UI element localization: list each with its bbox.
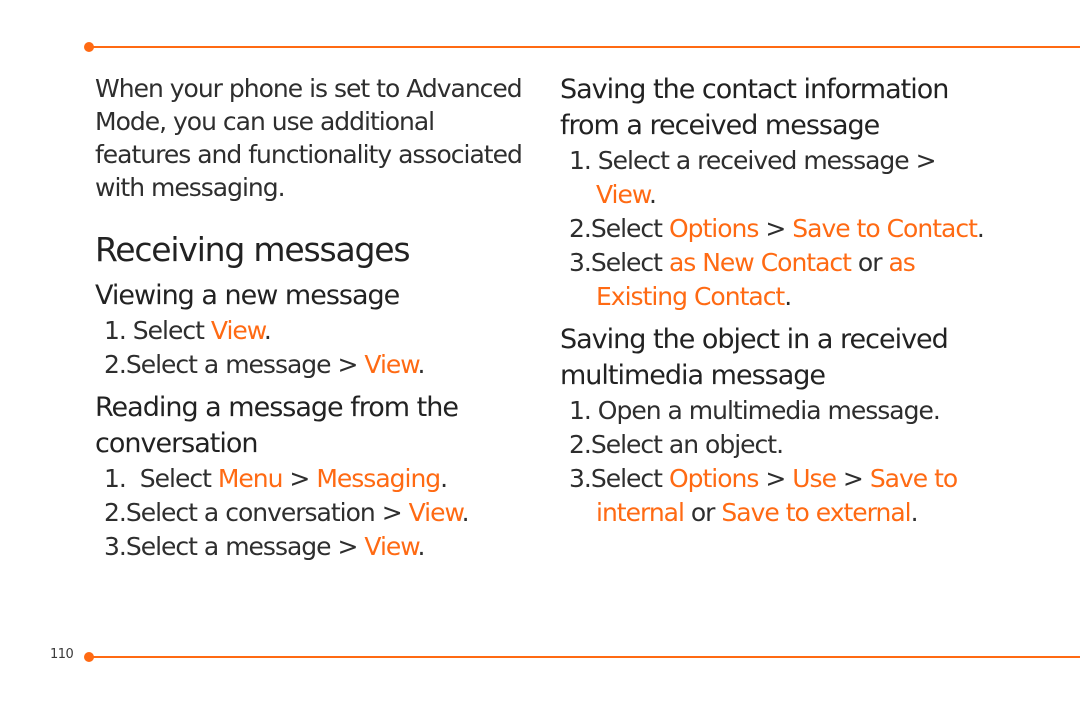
menu-option-label: View [408, 498, 463, 527]
menu-option-label: Menu [217, 464, 284, 493]
step-text: . [263, 316, 272, 345]
menu-option-label: View [364, 532, 418, 561]
step-item: 1. Select View. [95, 314, 525, 348]
section: Saving the object in a received multimed… [560, 322, 1000, 530]
step-text: Select a received message > [590, 146, 943, 175]
step-item: 1. Select a received message > View. [560, 144, 1000, 212]
step-list: 1. Open a multimedia message. 2.Select an… [560, 394, 1000, 530]
step-number: 1. [104, 464, 127, 493]
step-text: Select [125, 464, 218, 493]
step-number: 2. [569, 430, 592, 459]
section: Viewing a new message 1. Select View. 2.Se… [95, 278, 525, 382]
menu-option-label: as New Contact [668, 248, 852, 277]
step-number: 3. [569, 248, 592, 277]
left-sections: Viewing a new message 1. Select View. 2.Se… [95, 278, 525, 564]
step-text: . [976, 214, 985, 243]
section: Reading a message from the conversation 1… [95, 390, 525, 564]
intro-paragraph: When your phone is set to Advanced Mode,… [95, 74, 523, 202]
step-text: Open a multimedia message. [590, 396, 941, 425]
section-heading: Viewing a new message [95, 280, 400, 311]
step-text: > [282, 464, 317, 493]
step-text: . [910, 498, 919, 527]
menu-option-label: Options [668, 464, 759, 493]
step-item: 1. Select Menu > Messaging. [95, 462, 525, 496]
step-item: 1. Open a multimedia message. [560, 394, 1000, 428]
menu-option-label: Options [668, 214, 759, 243]
step-text: . [649, 180, 657, 209]
step-text: Select [125, 316, 211, 345]
step-text: . [440, 464, 448, 493]
step-text: Select [590, 464, 669, 493]
bottom-divider [90, 656, 1080, 658]
step-number: 2. [104, 498, 127, 527]
step-number: 1. [104, 316, 127, 345]
section-heading: Saving the contact information from a re… [560, 74, 949, 141]
step-text: . [461, 498, 470, 527]
menu-option-label: View [210, 316, 265, 345]
step-number: 2. [569, 214, 592, 243]
step-item: 2.Select Options > Save to Contact. [560, 212, 1000, 246]
step-item: 3.Select as New Contact or as Existing C… [560, 246, 1000, 314]
menu-option-label: View [596, 180, 650, 209]
step-text: > [758, 214, 793, 243]
menu-option-label: Use [792, 464, 837, 493]
step-number: 1. [569, 396, 592, 425]
step-text: Select a message > [125, 350, 365, 379]
menu-option-label: Messaging [316, 464, 441, 493]
step-item: 2.Select a conversation > View. [95, 496, 525, 530]
page-title: Receiving messages [95, 230, 411, 269]
step-text: . [784, 282, 792, 311]
step-list: 1. Select a received message > View. 2.Se… [560, 144, 1000, 314]
top-divider [90, 46, 1080, 48]
section-heading: Reading a message from the conversation [95, 392, 459, 459]
step-item: 3.Select a message > View. [95, 530, 525, 564]
step-number: 1. [569, 146, 592, 175]
step-text: > [835, 464, 870, 493]
step-text: or [683, 498, 722, 527]
page-number: 110 [50, 647, 74, 662]
step-text: Select [590, 248, 669, 277]
right-column: Saving the contact information from a re… [560, 72, 1000, 530]
step-text: Select a conversation > [125, 498, 409, 527]
menu-option-label: Save to Contact [792, 214, 978, 243]
step-text: . [417, 532, 425, 561]
step-item: 2.Select an object. [560, 428, 1000, 462]
step-item: 3.Select Options > Use > Save to interna… [560, 462, 1000, 530]
step-text: Select [590, 214, 669, 243]
bottom-divider-bullet [84, 652, 94, 662]
top-divider-bullet [84, 42, 94, 52]
step-list: 1. Select Menu > Messaging. 2.Select a co… [95, 462, 525, 564]
step-text: Select a message > [125, 532, 365, 561]
left-column: When your phone is set to Advanced Mode,… [95, 72, 525, 564]
step-item: 2.Select a message > View. [95, 348, 525, 382]
step-list: 1. Select View. 2.Select a message > View… [95, 314, 525, 382]
step-number: 3. [104, 532, 127, 561]
menu-option-label: View [364, 350, 418, 379]
step-number: 3. [569, 464, 592, 493]
step-text: Select an object. [590, 430, 784, 459]
step-number: 2. [104, 350, 127, 379]
step-text: . [417, 350, 425, 379]
section: Saving the contact information from a re… [560, 72, 1000, 314]
menu-option-label: Save to external [721, 498, 911, 527]
section-heading: Saving the object in a received multimed… [560, 324, 949, 391]
step-text: or [850, 248, 889, 277]
step-text: > [758, 464, 793, 493]
right-sections: Saving the contact information from a re… [560, 72, 1000, 530]
